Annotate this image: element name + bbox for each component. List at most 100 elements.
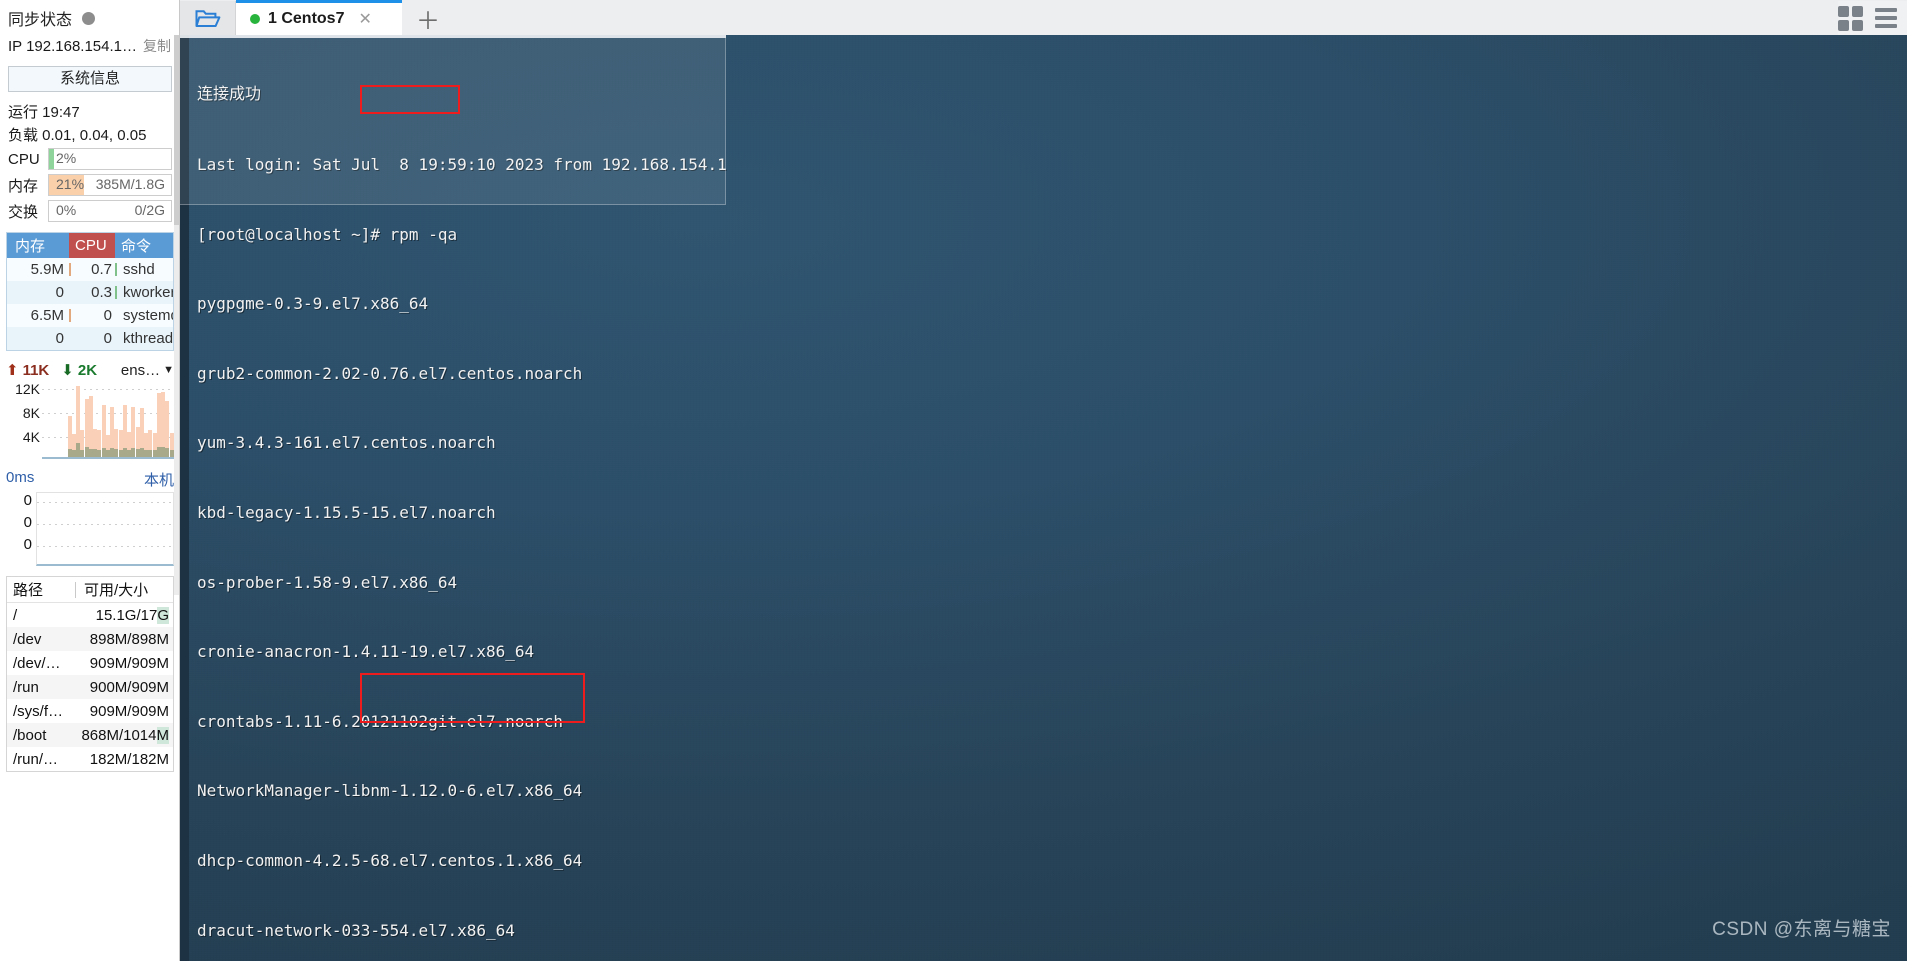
disk-size: 182M/182M bbox=[89, 750, 169, 768]
ip-address-label: IP 192.168.154.1… bbox=[8, 38, 137, 55]
terminal-line: NetworkManager-libnm-1.12.0-6.el7.x86_64 bbox=[197, 781, 583, 801]
process-memory: 5.9M bbox=[30, 261, 64, 278]
close-icon[interactable]: ✕ bbox=[358, 9, 371, 29]
latency-value: 0ms bbox=[6, 469, 35, 486]
network-ytick: 12K bbox=[15, 381, 40, 397]
disk-row[interactable]: /sys/f… 909M/909M bbox=[7, 699, 173, 723]
latency-chart-plot bbox=[36, 492, 174, 566]
disk-row[interactable]: /run 900M/909M bbox=[7, 675, 173, 699]
cpu-meter-percent: 2% bbox=[56, 150, 77, 166]
process-command: kthreadd bbox=[123, 330, 173, 347]
disk-size: 900M/909M bbox=[89, 678, 169, 696]
disk-path: /run bbox=[13, 678, 39, 696]
copy-ip-button[interactable]: 复制 bbox=[143, 36, 171, 56]
open-folder-icon bbox=[195, 9, 220, 27]
memory-meter-row: 内存 21% 385M/1.8G bbox=[0, 172, 180, 198]
process-table: 内存 CPU 命令 5.9M 0.7 sshd 0 0.3 kworker/ 6… bbox=[6, 232, 174, 351]
tab-label: 1 Centos7 bbox=[268, 10, 345, 27]
terminal-output: 连接成功 Last login: Sat Jul 8 19:59:10 2023… bbox=[197, 37, 1907, 961]
disk-row[interactable]: /dev 898M/898M bbox=[7, 627, 173, 651]
process-row[interactable]: 0 0.3 kworker/ bbox=[7, 281, 173, 304]
terminal-line: dracut-network-033-554.el7.x86_64 bbox=[197, 920, 515, 940]
terminal-line-command: [root@localhost ~]# rpm -qa bbox=[197, 224, 458, 244]
terminal-line: yum-3.4.3-161.el7.centos.noarch bbox=[197, 433, 496, 453]
terminal-line: os-prober-1.58-9.el7.x86_64 bbox=[197, 572, 458, 592]
terminal-left-gutter bbox=[180, 35, 189, 961]
process-header-command[interactable]: 命令 bbox=[115, 233, 173, 258]
disk-path: /sys/f… bbox=[13, 702, 64, 720]
latency-ytick: 0 bbox=[23, 536, 32, 553]
process-row[interactable]: 6.5M 0 systemd bbox=[7, 304, 173, 327]
disk-header-path[interactable]: 路径 bbox=[7, 579, 75, 600]
terminal-line: cronie-anacron-1.4.11-19.el7.x86_64 bbox=[197, 642, 535, 662]
disk-table-header: 路径 可用/大小 bbox=[7, 577, 173, 603]
disk-size: 909M/909M bbox=[89, 654, 169, 672]
process-command: kworker/ bbox=[123, 284, 173, 301]
list-view-icon[interactable] bbox=[1875, 8, 1897, 28]
download-arrow-icon: ⬇ bbox=[61, 362, 74, 379]
memory-meter-value: 385M/1.8G bbox=[95, 176, 165, 192]
tab-centos7[interactable]: 1 Centos7 ✕ bbox=[236, 0, 402, 35]
terminal-line: 连接成功 bbox=[197, 86, 262, 104]
sync-status-row: 同步状态 bbox=[0, 0, 180, 34]
process-cpu: 0 bbox=[103, 330, 112, 347]
disk-path: /dev/… bbox=[13, 654, 61, 672]
swap-meter-value: 0/2G bbox=[134, 202, 165, 218]
disk-header-size[interactable]: 可用/大小 bbox=[76, 579, 173, 600]
terminal-line: Last login: Sat Jul 8 19:59:10 2023 from… bbox=[197, 155, 727, 174]
network-interface-select[interactable]: ens… ▼ bbox=[121, 362, 174, 379]
latency-chart-yaxis: 0 0 0 bbox=[6, 492, 36, 566]
latency-ytick: 0 bbox=[23, 514, 32, 531]
cpu-meter-row: CPU 2% bbox=[0, 146, 180, 172]
process-memory: 0 bbox=[55, 284, 64, 301]
process-memory: 0 bbox=[55, 330, 64, 347]
sync-status-label: 同步状态 bbox=[8, 12, 73, 29]
disk-size: 15.1G/17G bbox=[95, 606, 169, 624]
disk-path: /dev bbox=[13, 630, 42, 648]
process-row[interactable]: 0 0 kthreadd bbox=[7, 327, 173, 350]
process-header-memory[interactable]: 内存 bbox=[7, 233, 69, 258]
disk-size-unit-highlight: G bbox=[157, 606, 169, 624]
watermark: CSDN @东离与糖宝 bbox=[1712, 919, 1891, 940]
disk-row[interactable]: / 15.1G/17G bbox=[7, 603, 173, 627]
network-ytick: 8K bbox=[22, 405, 40, 421]
status-dot-icon bbox=[82, 11, 96, 25]
terminal-line: kbd-legacy-1.15.5-15.el7.noarch bbox=[197, 502, 496, 522]
disk-path: /boot bbox=[13, 726, 47, 744]
terminal-viewport[interactable]: 连接成功 Last login: Sat Jul 8 19:59:10 2023… bbox=[180, 35, 1907, 961]
tab-status-dot-icon bbox=[250, 14, 260, 24]
swap-meter-row: 交换 0% 0/2G bbox=[0, 198, 180, 224]
ip-row: IP 192.168.154.1… 复制 bbox=[0, 34, 180, 60]
process-header-cpu[interactable]: CPU bbox=[69, 233, 115, 258]
new-tab-button[interactable]: ＋ bbox=[402, 1, 454, 35]
terminal-window: 1 Centos7 ✕ ＋ 连接成功 Last login: Sat Jul 8… bbox=[180, 0, 1907, 961]
tab-bar-actions bbox=[1838, 1, 1907, 35]
grid-view-icon[interactable] bbox=[1838, 5, 1863, 31]
disk-path: /run/… bbox=[13, 750, 59, 768]
disk-row[interactable]: /run/… 182M/182M bbox=[7, 747, 173, 771]
memory-meter-percent: 21% bbox=[56, 176, 85, 192]
latency-header: 0ms 本机 bbox=[6, 469, 174, 490]
upload-arrow-icon: ⬆ bbox=[6, 362, 19, 379]
latency-host-label: 本机 bbox=[143, 472, 174, 489]
disk-row[interactable]: /dev/… 909M/909M bbox=[7, 651, 173, 675]
server-monitor-sidebar: 同步状态 IP 192.168.154.1… 复制 系统信息 运行 19:47 … bbox=[0, 0, 180, 961]
process-row[interactable]: 5.9M 0.7 sshd bbox=[7, 258, 173, 281]
network-ytick: 4K bbox=[22, 429, 40, 445]
latency-ytick: 0 bbox=[23, 492, 32, 509]
memory-meter-label: 内存 bbox=[8, 177, 39, 195]
disk-size: 868M/1014M bbox=[81, 726, 169, 744]
disk-row[interactable]: /boot 868M/1014M bbox=[7, 723, 173, 747]
tab-bar: 1 Centos7 ✕ ＋ bbox=[180, 0, 1907, 35]
network-download-rate: 2K bbox=[77, 361, 98, 379]
open-folder-button[interactable] bbox=[180, 1, 236, 35]
disk-path: / bbox=[13, 606, 18, 624]
latency-panel: 0ms 本机 0 0 0 bbox=[0, 469, 180, 566]
terminal-line: pygpgme-0.3-9.el7.x86_64 bbox=[197, 294, 429, 314]
network-header: ⬆ 11K ⬇ 2K ens… ▼ bbox=[6, 361, 174, 380]
system-info-button[interactable]: 系统信息 bbox=[8, 66, 172, 92]
disk-usage-table: 路径 可用/大小 / 15.1G/17G /dev 898M/898M /dev… bbox=[6, 576, 174, 772]
uptime-label: 运行 19:47 bbox=[8, 104, 80, 121]
swap-meter-label: 交换 bbox=[8, 203, 39, 221]
terminal-line: crontabs-1.11-6.20121102git.el7.noarch bbox=[197, 711, 564, 731]
